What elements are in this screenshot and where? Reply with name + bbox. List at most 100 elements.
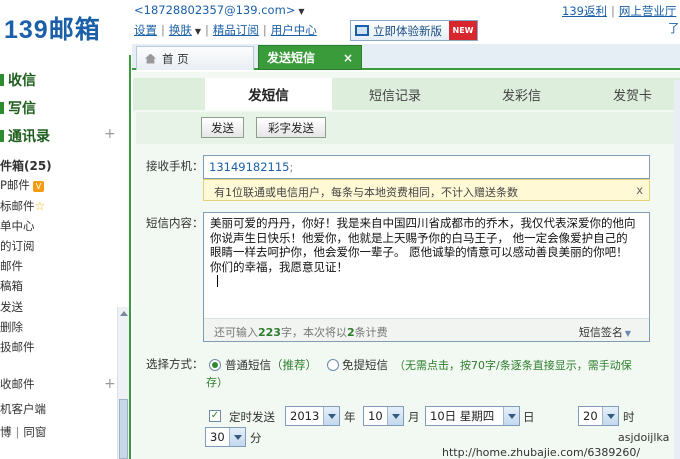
- sidebar-scrollbar[interactable]: [117, 307, 129, 459]
- sidebar: 收信 写信 通讯录 + 件箱(25) P邮件 V 标邮件☆ 单中心 的订阅 邮件 …: [0, 55, 131, 459]
- sidebar-item-starred[interactable]: 标邮件☆: [0, 198, 45, 214]
- subtab-send-sms[interactable]: 发短信: [205, 78, 332, 110]
- tab-send-sms[interactable]: 发送短信 ×: [258, 45, 362, 70]
- account-switcher[interactable]: <18728802357@139.com> ▼: [134, 3, 305, 17]
- subtab-sms-records[interactable]: 短信记录: [332, 78, 458, 110]
- day-select[interactable]: 10日 星期四: [425, 406, 520, 426]
- normal-sms-radio[interactable]: [209, 359, 221, 371]
- weibo-label: 博: [0, 425, 12, 439]
- sidebar-item-sent[interactable]: 发送: [0, 299, 23, 315]
- text-cursor: [217, 275, 218, 287]
- add-folder-icon[interactable]: +: [104, 376, 116, 392]
- sidebar-item-vip[interactable]: P邮件 V: [0, 177, 44, 193]
- dropdown-arrow-icon: [229, 428, 245, 446]
- minute-unit: 分: [250, 431, 262, 445]
- vip-mail-label: P邮件: [0, 178, 30, 192]
- day-unit: 日: [523, 410, 535, 424]
- sidebar-item-subscriptions[interactable]: 的订阅: [0, 238, 35, 254]
- hour-unit: 时: [623, 410, 635, 424]
- scroll-thumb[interactable]: [119, 399, 128, 459]
- rebate-link[interactable]: 139返利: [562, 4, 607, 18]
- right-links: 139返利 | 网上营业厅: [562, 3, 676, 19]
- hour-select[interactable]: 20: [578, 406, 619, 426]
- sidebar-item-mail[interactable]: 邮件: [0, 258, 23, 274]
- add-contact-icon[interactable]: +: [104, 126, 116, 142]
- year-value: 2013: [290, 409, 320, 423]
- mms-send-button[interactable]: 彩字发送: [256, 117, 326, 138]
- home-icon: [145, 53, 156, 64]
- month-select[interactable]: 10: [363, 406, 404, 426]
- notice-text: 有1位联通或电信用户，每条与本地资费相同，不计入赠送条数: [214, 186, 518, 199]
- folders-title[interactable]: 件箱(25): [0, 157, 52, 174]
- starred-label: 标邮件: [0, 199, 35, 213]
- sidebar-contacts[interactable]: 通讯录: [0, 126, 50, 146]
- month-unit: 月: [408, 410, 420, 424]
- inbox-marker: [0, 74, 4, 86]
- monitor-icon: [355, 25, 369, 36]
- vip-icon: V: [32, 181, 44, 192]
- minute-select[interactable]: 30: [205, 427, 246, 447]
- subscription-link[interactable]: 精品订阅: [213, 23, 259, 37]
- watermark-url: http://home.zhubajie.com/6389260/: [442, 446, 641, 459]
- separator: |: [610, 4, 615, 18]
- dropdown-arrow-icon: [387, 407, 403, 425]
- settings-link[interactable]: 设置: [134, 23, 157, 37]
- sidebar-item-drafts[interactable]: 稿箱: [0, 278, 23, 294]
- contacts-marker: [0, 130, 4, 142]
- recipient-label: 接收手机：: [146, 159, 204, 173]
- sidebar-item-junk[interactable]: 扱邮件: [0, 339, 35, 355]
- compose-label: 写信: [8, 101, 36, 117]
- normal-sms-text: 普通短信: [225, 358, 271, 372]
- sidebar-item-bill-center[interactable]: 单中心: [0, 218, 35, 234]
- subtab-send-mms[interactable]: 发彩信: [458, 78, 585, 110]
- contacts-label: 通讯录: [8, 129, 50, 145]
- user-center-link[interactable]: 用户中心: [271, 23, 317, 37]
- method-label: 选择方式：: [146, 357, 204, 371]
- scroll-up-icon[interactable]: [120, 311, 128, 316]
- month-value: 10: [368, 409, 383, 423]
- sidebar-item-mobile-client[interactable]: 机客户端: [0, 401, 46, 417]
- sidebar-item-weibo[interactable]: 博 | 同窗: [0, 424, 46, 440]
- counter-prefix: 还可输入: [214, 326, 258, 339]
- tab-home[interactable]: 首 页: [136, 46, 254, 70]
- signature-dropdown[interactable]: 短信签名 ▼: [579, 324, 631, 340]
- message-textarea[interactable]: 美丽可爱的丹丹，你好！我是来自中国四川省成都市的乔木，我仅代表深爱你的他向你说声…: [203, 212, 650, 342]
- star-icon: ☆: [34, 199, 46, 213]
- minute-value: 30: [210, 430, 225, 444]
- year-unit: 年: [344, 410, 356, 424]
- sidebar-inbox[interactable]: 收信: [0, 70, 36, 90]
- watermark-name: asjdoijlka: [618, 431, 670, 444]
- close-icon[interactable]: ×: [343, 51, 353, 65]
- free-sms-radio[interactable]: [327, 359, 339, 371]
- dropdown-arrow-icon: [602, 407, 618, 425]
- sidebar-item-deleted[interactable]: 删除: [0, 319, 23, 335]
- main-scrollbar[interactable]: [674, 80, 680, 459]
- normal-sms-label[interactable]: 普通短信（推荐）: [225, 357, 317, 373]
- subtab-send-card[interactable]: 发贺卡: [585, 78, 680, 110]
- hour-value: 20: [583, 409, 598, 423]
- year-select[interactable]: 2013: [285, 406, 340, 426]
- close-icon[interactable]: x: [636, 183, 643, 197]
- message-text: 美丽可爱的丹丹，你好！我是来自中国四川省成都市的乔木，我仅代表深爱你的他向你说声…: [210, 216, 636, 274]
- day-value: 10日 星期四: [430, 409, 495, 423]
- dropdown-arrow-icon: [503, 407, 519, 425]
- signature-label: 短信签名: [578, 326, 623, 339]
- sidebar-compose[interactable]: 写信: [0, 98, 36, 118]
- online-hall-link[interactable]: 网上营业厅: [619, 4, 677, 18]
- classmates-label[interactable]: 同窗: [23, 425, 46, 439]
- right-partial-text[interactable]: 了: [668, 20, 680, 36]
- free-sms-note: （无需点击，按70字/条逐条直接显示，需手动保: [394, 359, 632, 372]
- counter-count: 2: [346, 326, 355, 339]
- caret-down-icon: ▼: [194, 27, 202, 36]
- recipient-separator: ;: [289, 160, 294, 174]
- send-button[interactable]: 发送: [201, 117, 244, 138]
- change-skin-link[interactable]: 换肤: [169, 23, 192, 37]
- sidebar-section-received[interactable]: 收邮件: [0, 376, 35, 392]
- scheduled-checkbox[interactable]: ✓: [209, 410, 221, 422]
- free-sms-label[interactable]: 免提短信: [342, 357, 388, 373]
- message-footer: 还可输入223字，本次将以2条计费 短信签名 ▼: [204, 318, 649, 341]
- normal-sms-note: （推荐）: [271, 358, 317, 372]
- new-version-label: 立即体验新版: [373, 23, 442, 38]
- logo: 139邮箱: [4, 16, 101, 44]
- recipient-input[interactable]: 13149182115;: [203, 155, 650, 179]
